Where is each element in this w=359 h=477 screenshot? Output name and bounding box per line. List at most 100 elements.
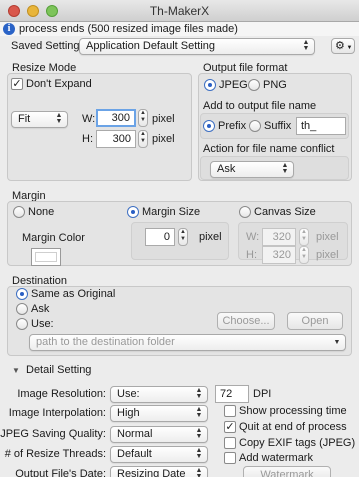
margin-size-label: Margin Size [142,206,201,218]
margin-size-input[interactable]: 0 [145,228,175,246]
chevron-updown-icon: ▲ ▼ [281,162,289,175]
destination-path-placeholder: path to the destination folder [36,336,175,348]
height-input[interactable]: 300 [96,130,136,148]
dpi-unit: DPI [253,388,272,400]
resize-threads-popup[interactable]: Default ▲ ▼ [110,446,208,463]
margin-size-unit: pixel [199,231,222,243]
chevron-updown-icon: ▲ ▼ [55,112,63,125]
saved-settings-value: Application Default Setting [86,40,216,52]
resize-mode-popup[interactable]: Fit ▲ ▼ [11,111,68,128]
width-label: W: [82,113,96,125]
open-button[interactable]: Open [287,312,343,330]
title-bar: Th-MakerX [0,0,359,22]
dont-expand-label: Don't Expand [26,78,92,90]
height-stepper[interactable]: ▲ ▼ [138,130,148,148]
ask-radio[interactable] [16,303,28,315]
canvas-width-label: W: [246,231,260,243]
ask-label: Ask [31,303,50,315]
jpeg-quality-value: Normal [117,428,153,440]
width-stepper[interactable]: ▲ ▼ [138,109,148,127]
gear-icon: ⚙ [335,40,345,52]
info-icon: i [3,23,15,35]
chevron-updown-icon: ▲ ▼ [195,406,203,419]
close-window-button[interactable] [8,5,20,17]
image-resolution-value: Use: [117,388,140,400]
prefix-label: Prefix [218,120,247,132]
destination-path-combo[interactable]: path to the destination folder ▼ [29,334,346,351]
height-label: H: [82,133,93,145]
saved-settings-popup[interactable]: Application Default Setting ▲ ▼ [79,38,315,55]
margin-size-stepper[interactable]: ▲ ▼ [178,228,188,246]
jpeg-quality-popup[interactable]: Normal ▲ ▼ [110,426,208,443]
chevron-updown-icon: ▲ ▼ [195,387,203,400]
conflict-title: Action for file name conflict [203,143,335,155]
canvas-width-stepper[interactable]: ▲ ▼ [299,228,309,246]
canvas-height-label: H: [246,249,257,261]
margin-none-radio[interactable] [13,206,25,218]
image-interpolation-label: Image Interpolation: [8,407,106,419]
suffix-label: Suffix [264,120,292,132]
quit-end-checkbox[interactable]: ✓ [224,421,236,433]
choose-button[interactable]: Choose... [217,312,275,330]
canvas-width-unit: pixel [316,231,339,243]
chevron-updown-icon: ▲ ▼ [195,467,203,477]
image-resolution-popup[interactable]: Use: ▲ ▼ [110,386,208,403]
jpeg-quality-label: JPEG Saving Quality: [0,428,106,440]
margin-size-radio[interactable] [127,206,139,218]
output-date-value: Resizing Date [117,468,186,477]
canvas-height-stepper[interactable]: ▲ ▼ [299,246,309,264]
chevron-down-icon: ▼ [333,339,341,346]
output-date-label: Output File's Date: [15,468,106,477]
suffix-radio[interactable] [249,120,261,132]
png-radio[interactable] [248,79,260,91]
chevron-updown-icon: ▲ ▼ [195,447,203,460]
canvas-size-radio[interactable] [239,206,251,218]
canvas-width-input[interactable]: 320 [262,228,296,246]
canvas-height-input[interactable]: 320 [262,246,296,264]
width-input[interactable]: 300 [96,109,136,127]
status-message: process ends (500 resized image files ma… [19,23,238,35]
output-date-popup[interactable]: Resizing Date ▲ ▼ [110,466,208,477]
add-watermark-label: Add watermark [239,452,313,464]
copy-exif-label: Copy EXIF tags (JPEG) [239,437,356,449]
image-interpolation-popup[interactable]: High ▲ ▼ [110,405,208,422]
jpeg-label: JPEG [219,79,248,91]
dpi-input[interactable]: 72 [215,385,249,403]
chevron-updown-icon: ▲ ▼ [302,39,310,52]
minimize-window-button[interactable] [27,5,39,17]
png-label: PNG [263,79,287,91]
conflict-value: Ask [217,163,236,175]
disclosure-triangle-icon[interactable]: ▼ [12,366,20,375]
canvas-height-unit: pixel [316,249,339,261]
copy-exif-checkbox[interactable] [224,437,236,449]
chevron-down-icon: ▼ [344,45,353,51]
watermark-setup-button[interactable]: Watermark Setup... [243,466,331,477]
zoom-window-button[interactable] [46,5,58,17]
canvas-size-label: Canvas Size [254,206,316,218]
quit-end-label: Quit at end of process [239,421,347,433]
margin-none-label: None [28,206,55,218]
conflict-popup[interactable]: Ask ▲ ▼ [210,161,294,178]
height-unit: pixel [152,133,175,145]
status-bar: i process ends (500 resized image files … [0,22,359,36]
margin-color-well[interactable] [31,248,61,266]
show-time-checkbox[interactable] [224,405,236,417]
add-name-title: Add to output file name [203,100,317,112]
detail-setting-title: Detail Setting [26,364,92,376]
same-as-original-radio[interactable] [16,288,28,300]
resize-threads-label: # of Resize Threads: [4,448,106,460]
gear-menu-button[interactable]: ⚙ ▼ [331,38,355,54]
show-time-label: Show processing time [239,405,347,417]
name-affix-input[interactable]: th_ [296,117,346,135]
window-title: Th-MakerX [149,4,210,18]
jpeg-radio[interactable] [204,79,216,91]
use-label: Use: [31,318,54,330]
prefix-radio[interactable] [203,120,215,132]
saved-settings-label: Saved Settings: [11,40,89,52]
resize-threads-value: Default [117,448,152,460]
image-interpolation-value: High [117,407,140,419]
dont-expand-checkbox[interactable]: ✓ [11,78,23,90]
add-watermark-checkbox[interactable] [224,452,236,464]
use-radio[interactable] [16,318,28,330]
image-resolution-label: Image Resolution: [17,388,106,400]
